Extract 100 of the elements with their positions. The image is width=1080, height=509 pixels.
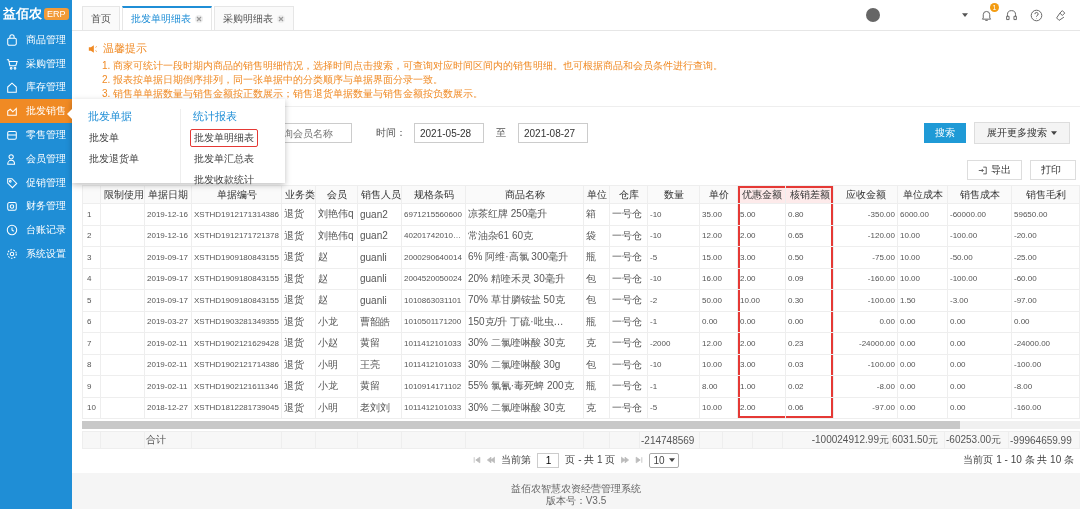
total-cell: -99964659.99 bbox=[1008, 431, 1080, 449]
notice-text: 1. 商家可统计一段时期内商品的销售明细情况，选择时间点击搜索，可查询对应时间区间内的销售明细。也可根据商品和会员条件进行查询。 bbox=[102, 59, 725, 73]
table-cell: 6000.00 bbox=[897, 203, 948, 225]
table-cell: 0.00 bbox=[833, 311, 898, 333]
export-button[interactable]: 导出 bbox=[967, 160, 1022, 180]
more-search-button[interactable]: 展开更多搜索 bbox=[974, 122, 1070, 144]
table-cell: 赵 bbox=[315, 268, 358, 290]
previous-page-icon[interactable] bbox=[487, 456, 496, 464]
column-header: 优惠金额 bbox=[737, 185, 786, 204]
table-cell: 0.02 bbox=[785, 375, 834, 397]
table-cell: 0.00 bbox=[947, 354, 1012, 376]
row-number: 5 bbox=[82, 289, 101, 311]
table-cell: 克 bbox=[583, 332, 610, 354]
first-page-icon[interactable] bbox=[473, 456, 482, 464]
next-page-icon[interactable] bbox=[621, 456, 630, 464]
page-total: 页 - 共 1 页 bbox=[565, 453, 616, 467]
table-cell: XSTHD1909180843155 bbox=[191, 268, 282, 290]
table-cell: 2019-02-11 bbox=[144, 354, 192, 376]
table-cell: 0.00 bbox=[897, 311, 948, 333]
sidebar-item[interactable]: 商品管理 bbox=[0, 28, 72, 52]
register-icon bbox=[6, 129, 18, 142]
column-header: 仓库 bbox=[609, 185, 648, 204]
table-cell: 0.30 bbox=[785, 289, 834, 311]
row-number: 4 bbox=[82, 268, 101, 290]
sidebar-item[interactable]: 零售管理 bbox=[0, 123, 72, 147]
table-cell: 2019-09-17 bbox=[144, 246, 192, 268]
table-cell: 小赵 bbox=[315, 332, 358, 354]
column-header: 销售人员 bbox=[357, 185, 402, 204]
menu-item[interactable]: 批发单汇总表 bbox=[190, 150, 258, 168]
table-cell: 0.00 bbox=[897, 375, 948, 397]
table-cell: -97.00 bbox=[833, 397, 898, 419]
table-cell: 一号仓 bbox=[609, 354, 648, 376]
caret-icon[interactable] bbox=[962, 13, 968, 17]
sidebar-item[interactable]: 促销管理 bbox=[0, 170, 72, 195]
menu-item[interactable]: 批发单 bbox=[85, 129, 123, 147]
sidebar-item[interactable]: 台账记录 bbox=[0, 218, 72, 243]
table-cell: -120.00 bbox=[833, 225, 898, 247]
date-field[interactable]: 2021-05-28 bbox=[414, 123, 484, 143]
table-cell: 3.00 bbox=[737, 246, 786, 268]
total-cell: -60253.00元 bbox=[944, 431, 1009, 449]
person-icon bbox=[6, 152, 18, 165]
column-header: 业务类 bbox=[281, 185, 316, 204]
close-icon[interactable] bbox=[195, 15, 203, 23]
table-cell: 退货 bbox=[281, 289, 316, 311]
table-cell: 2004520050024 bbox=[401, 268, 466, 290]
table-cell: -100.00 bbox=[1011, 354, 1080, 376]
range-separator: 至 bbox=[496, 126, 506, 140]
bell-icon[interactable] bbox=[980, 8, 993, 22]
table-cell: 0.00 bbox=[785, 311, 834, 333]
tab[interactable]: 首页 bbox=[82, 6, 120, 30]
table-cell: 40201742010… bbox=[401, 225, 466, 247]
row-number: 7 bbox=[82, 332, 101, 354]
print-button[interactable]: 打印 bbox=[1030, 160, 1076, 180]
table-cell: guan2 bbox=[357, 203, 402, 225]
date-field[interactable]: 2021-08-27 bbox=[518, 123, 588, 143]
page-summary: 当前页 1 - 10 条 共 10 条 bbox=[963, 453, 1074, 467]
menu-item[interactable]: 批发退货单 bbox=[85, 150, 143, 168]
column-header: 会员 bbox=[315, 185, 358, 204]
sidebar-item[interactable]: 财务管理 bbox=[0, 194, 72, 219]
table-cell: XSTHD1909180843155 bbox=[191, 289, 282, 311]
headset-icon[interactable] bbox=[1005, 8, 1018, 22]
tab[interactable]: 采购明细表 bbox=[214, 6, 294, 30]
sidebar-item[interactable]: 会员管理 bbox=[0, 147, 72, 171]
total-cell: -214748569 bbox=[639, 431, 700, 449]
column-header: 数量 bbox=[647, 185, 700, 204]
help-icon[interactable] bbox=[1030, 8, 1043, 22]
table-cell: 赵 bbox=[315, 246, 358, 268]
sidebar-item[interactable]: 采购管理 bbox=[0, 51, 72, 76]
notice-text: 2. 报表按单据日期倒序排列，同一张单据中的分类顺序与单据界面分录一致。 bbox=[102, 73, 445, 87]
table-cell: 6971215560600 bbox=[401, 203, 466, 225]
table-cell: 小明 bbox=[315, 397, 358, 419]
table-cell: 一号仓 bbox=[609, 311, 648, 333]
sidebar-item[interactable]: 库存管理 bbox=[0, 75, 72, 100]
table-cell: -5 bbox=[647, 246, 700, 268]
tab[interactable]: 批发单明细表 bbox=[122, 6, 212, 30]
last-page-icon[interactable] bbox=[635, 456, 644, 464]
avatar[interactable] bbox=[866, 8, 880, 22]
close-icon[interactable] bbox=[277, 14, 285, 23]
table-cell: 0.50 bbox=[785, 246, 834, 268]
horizontal-scrollbar[interactable] bbox=[82, 421, 1080, 429]
page-size-select[interactable]: 10 bbox=[649, 452, 679, 468]
table-cell: 小龙 bbox=[315, 375, 358, 397]
bag-icon bbox=[6, 33, 18, 46]
table-cell: 刘艳伟q bbox=[315, 203, 358, 225]
table-cell: 小明 bbox=[315, 354, 358, 376]
sidebar-item[interactable]: 系统设置 bbox=[0, 242, 72, 266]
table-cell: 55% 氯氰·毒死蜱 200克 bbox=[465, 375, 584, 397]
table-cell: XSTHD1909180843155 bbox=[191, 246, 282, 268]
table-cell: 一号仓 bbox=[609, 375, 648, 397]
column-header: 应收金额 bbox=[833, 185, 898, 204]
menu-item[interactable]: 批发单明细表 bbox=[190, 129, 258, 147]
row-number: 10 bbox=[82, 397, 101, 419]
table-cell: 2.00 bbox=[737, 225, 786, 247]
column-header: 限制使用 bbox=[100, 185, 145, 204]
table-cell: 退货 bbox=[281, 203, 316, 225]
table-cell: 30% 二氯喹啉酸 30g bbox=[465, 354, 584, 376]
table-cell: 退货 bbox=[281, 311, 316, 333]
table-cell: -10 bbox=[647, 354, 700, 376]
page-field[interactable]: 1 bbox=[537, 452, 560, 468]
version-text: 版本号：V3.5 bbox=[545, 495, 607, 507]
